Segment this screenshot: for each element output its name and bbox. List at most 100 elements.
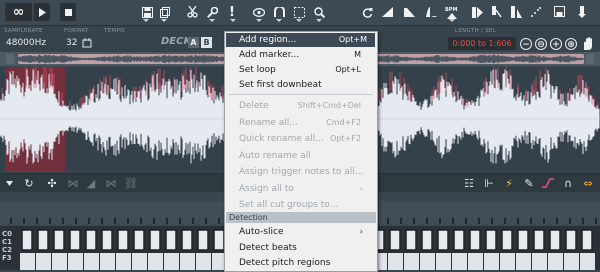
- piano-white-key[interactable]: [436, 253, 451, 270]
- piano-key-slot[interactable]: [501, 229, 513, 251]
- piano-white-key[interactable]: [196, 253, 211, 270]
- plus-icon[interactable]: +: [550, 38, 562, 50]
- format-icon[interactable]: [82, 38, 92, 51]
- zoom-out-icon[interactable]: ⊖: [535, 38, 547, 50]
- piano-key-slot[interactable]: [37, 229, 49, 251]
- piano-key-slot[interactable]: [469, 229, 481, 251]
- piano-key-slot[interactable]: [485, 229, 497, 251]
- piano-white-key[interactable]: [84, 253, 99, 270]
- piano-key-slot[interactable]: [101, 229, 113, 251]
- piano-white-key[interactable]: [484, 253, 499, 270]
- menu-item[interactable]: Set first downbeat: [239, 78, 369, 92]
- minus-icon[interactable]: −: [520, 38, 532, 50]
- piano-white-key[interactable]: [532, 253, 547, 270]
- piano-white-key[interactable]: [116, 253, 131, 270]
- menu-item[interactable]: Add region... Opt+M: [226, 33, 375, 47]
- chevron-down-icon[interactable]: [209, 19, 215, 22]
- overview-right-handle[interactable]: [586, 54, 594, 64]
- piano-white-key[interactable]: [180, 253, 195, 270]
- piano-white-key[interactable]: [164, 253, 179, 270]
- reload-icon[interactable]: [360, 3, 374, 21]
- chevron-down-icon[interactable]: [316, 19, 322, 22]
- piano-key-slot[interactable]: [533, 229, 545, 251]
- deck-b-button[interactable]: B: [201, 37, 212, 48]
- chevron-down-icon[interactable]: [230, 19, 236, 22]
- chevron-down-icon[interactable]: [276, 19, 282, 22]
- format-value[interactable]: 32: [66, 38, 77, 48]
- piano-white-key[interactable]: [580, 253, 595, 270]
- chevron-down-icon[interactable]: [449, 19, 455, 22]
- piano-white-key[interactable]: [420, 253, 435, 270]
- chevron-down-icon[interactable]: [256, 19, 262, 22]
- piano-white-key[interactable]: [100, 253, 115, 270]
- chevron-down-icon[interactable]: [143, 19, 149, 22]
- chevron-down-icon[interactable]: [161, 19, 167, 22]
- curve-tool-icon[interactable]: [541, 176, 555, 190]
- move-icon[interactable]: ✣: [45, 176, 59, 190]
- piano-white-key[interactable]: [52, 253, 67, 270]
- slice-icon[interactable]: [470, 3, 484, 21]
- piano-white-key[interactable]: [20, 253, 35, 270]
- marker-bottom-icon[interactable]: ⊩: [482, 176, 496, 190]
- piano-white-key[interactable]: [516, 253, 531, 270]
- zoom-in-icon[interactable]: ⊕: [565, 38, 577, 50]
- piano-white-key[interactable]: [452, 253, 467, 270]
- piano-key-slot[interactable]: [565, 229, 577, 251]
- piano-key-slot[interactable]: [581, 229, 593, 251]
- piano-key-slot[interactable]: [85, 229, 97, 251]
- piano-key-slot[interactable]: [213, 229, 225, 251]
- menu-item[interactable]: Set loop Opt+L: [239, 63, 369, 77]
- piano-key-slot[interactable]: [69, 229, 81, 251]
- play-icon[interactable]: [34, 3, 50, 21]
- drag-icon[interactable]: [575, 3, 589, 21]
- stop-icon[interactable]: [60, 3, 76, 21]
- piano-key-slot[interactable]: [197, 229, 209, 251]
- piano-key-slot[interactable]: [165, 229, 177, 251]
- piano-white-key[interactable]: [500, 253, 515, 270]
- chevron-down-icon[interactable]: [296, 19, 302, 22]
- piano-key-slot[interactable]: [181, 229, 193, 251]
- menu-item[interactable]: Auto-slice ›: [239, 225, 369, 239]
- overview-left-handle[interactable]: [6, 54, 14, 64]
- magnet-icon[interactable]: ∩: [561, 176, 575, 190]
- piano-key-slot[interactable]: [149, 229, 161, 251]
- piano-white-key[interactable]: [148, 253, 163, 270]
- align-icon[interactable]: ☷: [462, 176, 476, 190]
- curve-icon[interactable]: [424, 3, 438, 21]
- piano-key-slot[interactable]: [517, 229, 529, 251]
- deck-a-button[interactable]: A: [188, 37, 199, 48]
- piano-key-slot[interactable]: [549, 229, 561, 251]
- piano-key-slot[interactable]: [453, 229, 465, 251]
- length-display[interactable]: 0:000 to 1:606: [448, 37, 516, 50]
- piano-key-slot[interactable]: [389, 229, 401, 251]
- piano-key-slot[interactable]: [437, 229, 449, 251]
- menu-arrow-icon[interactable]: [4, 176, 14, 190]
- menu-item[interactable]: Detect pitch regions: [239, 256, 369, 270]
- piano-key-slot[interactable]: [53, 229, 65, 251]
- scatter-icon[interactable]: [528, 3, 542, 21]
- chop-icon[interactable]: [489, 3, 503, 21]
- piano-white-key[interactable]: [548, 253, 563, 270]
- save-sample-icon[interactable]: [552, 3, 566, 21]
- amp-icon[interactable]: [380, 3, 394, 21]
- piano-key-slot[interactable]: [117, 229, 129, 251]
- piano-white-key[interactable]: [468, 253, 483, 270]
- loop-icon[interactable]: ∞: [5, 3, 32, 21]
- refresh-icon[interactable]: ↻: [22, 176, 36, 190]
- piano-white-key[interactable]: [36, 253, 51, 270]
- stretch-icon[interactable]: ⇔: [581, 176, 595, 190]
- menu-item[interactable]: Detect beats: [239, 241, 369, 255]
- piano-white-key[interactable]: [68, 253, 83, 270]
- piano-key-slot[interactable]: [405, 229, 417, 251]
- piano-key-slot[interactable]: [21, 229, 33, 251]
- piano-white-key[interactable]: [404, 253, 419, 270]
- piano-key-slot[interactable]: [133, 229, 145, 251]
- flash-icon[interactable]: ⚡: [502, 176, 516, 190]
- piano-key-slot[interactable]: [421, 229, 433, 251]
- envelope-icon[interactable]: [402, 3, 416, 21]
- menu-item[interactable]: Add marker... M: [239, 48, 369, 62]
- piano-white-key[interactable]: [132, 253, 147, 270]
- piano-white-key[interactable]: [564, 253, 579, 270]
- pen-icon[interactable]: ✎: [522, 176, 536, 190]
- piano-white-key[interactable]: [388, 253, 403, 270]
